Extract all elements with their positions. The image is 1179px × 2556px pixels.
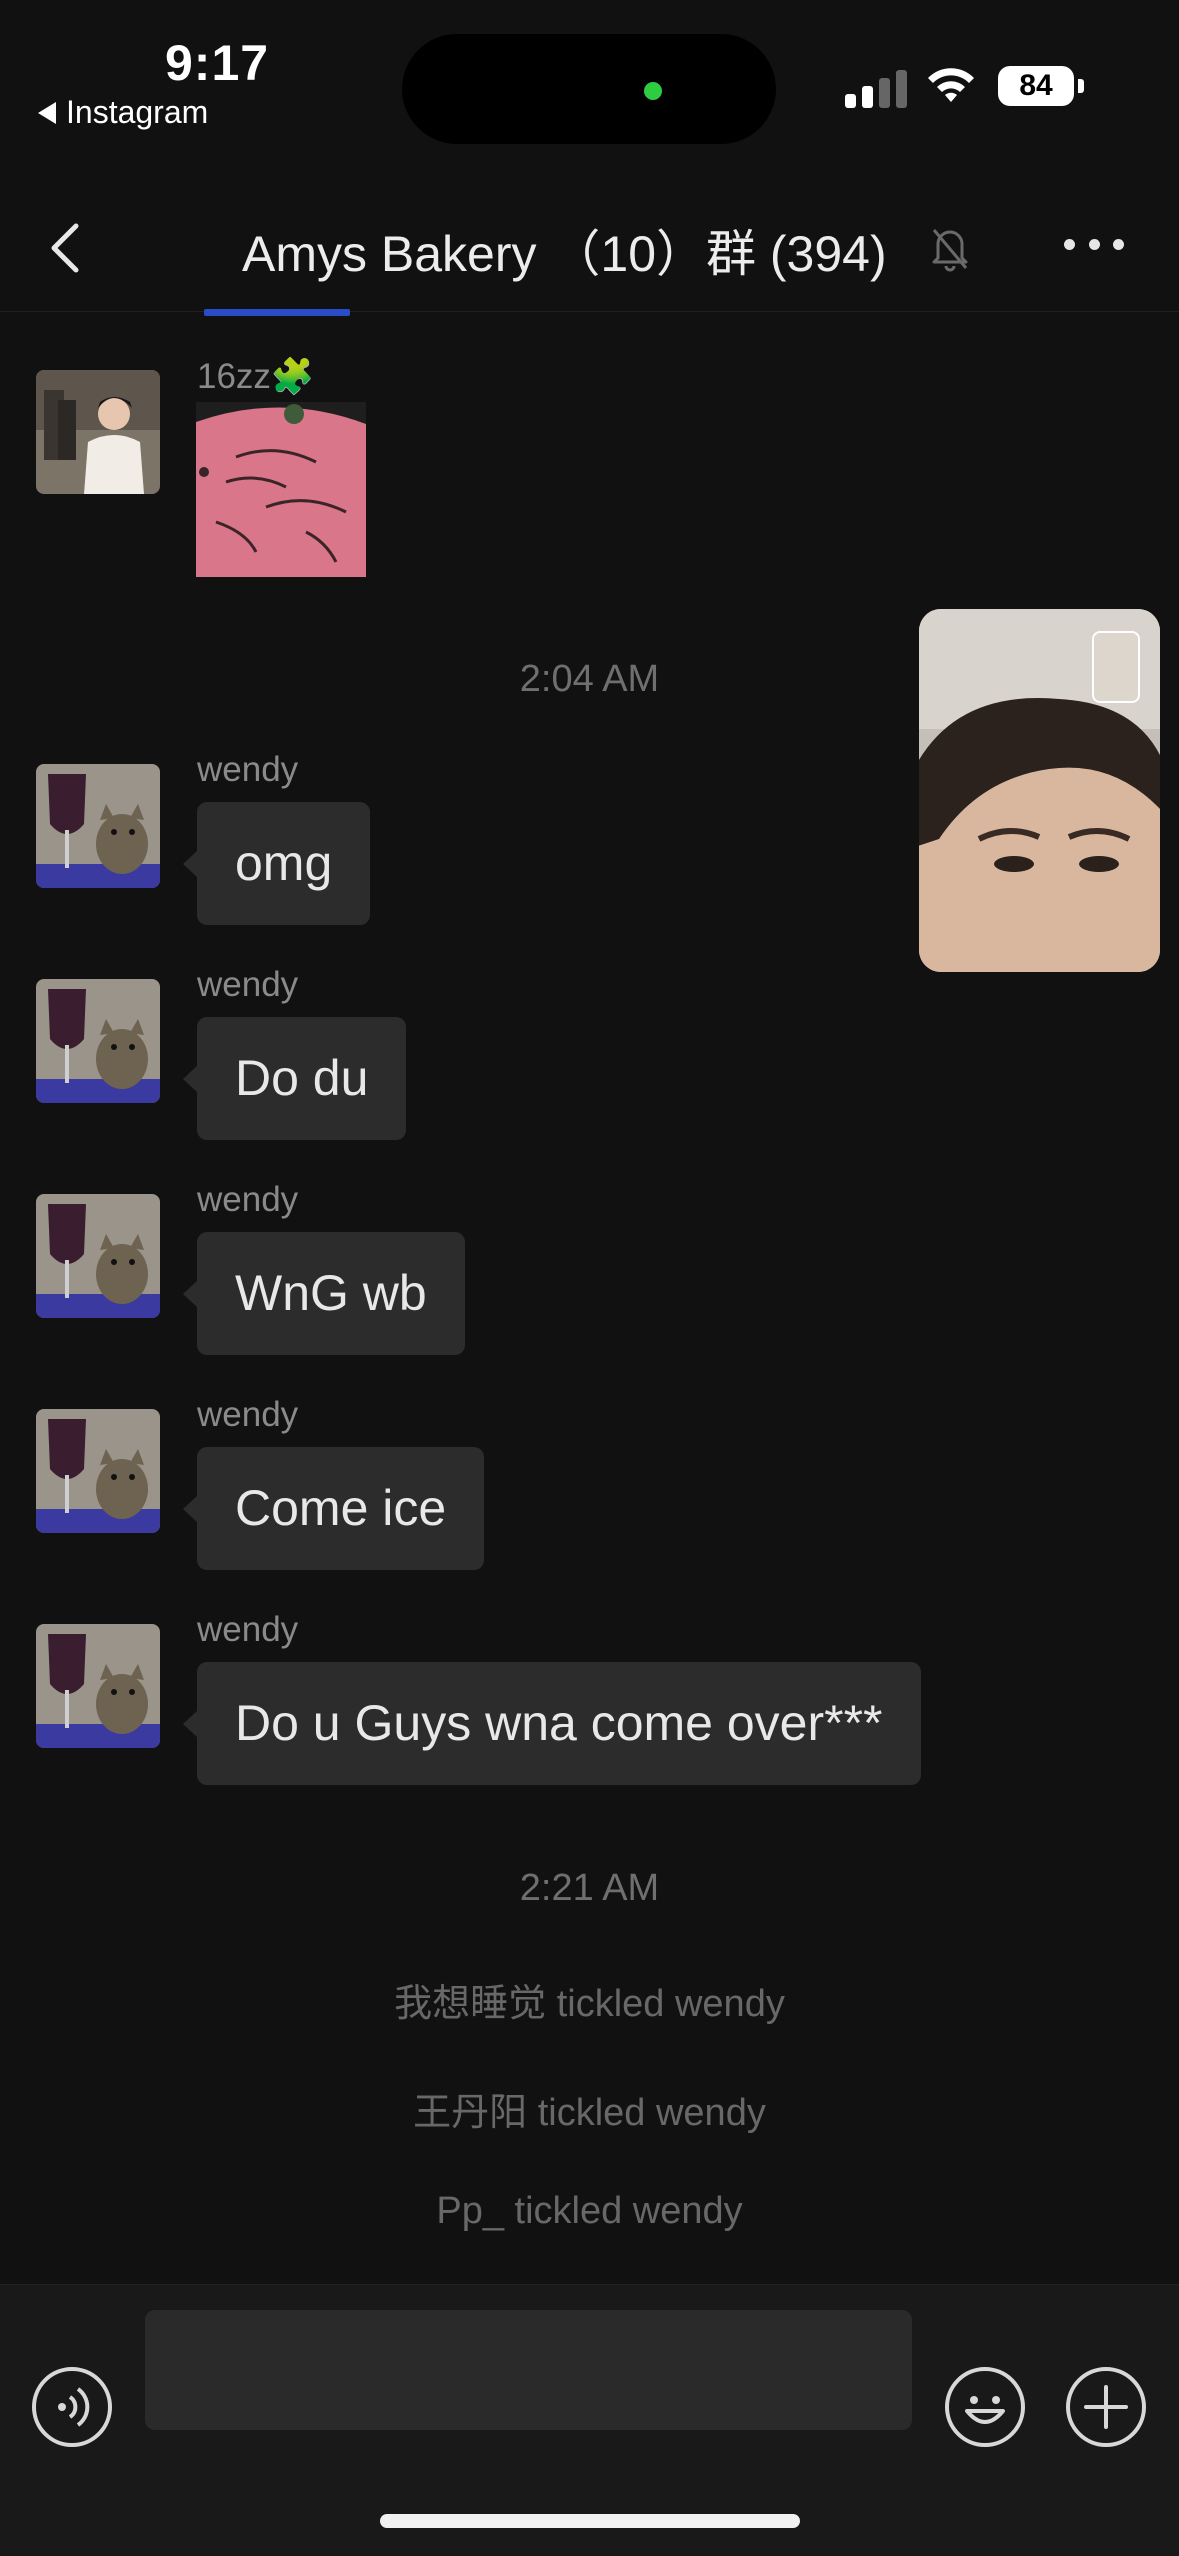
message-bubble[interactable]: Do u Guys wna come over*** xyxy=(183,1662,921,1785)
sender-name: wendy xyxy=(197,1395,299,1434)
sender-name: wendy xyxy=(197,1180,299,1219)
avatar-wendy[interactable] xyxy=(36,764,160,888)
more-dots-icon[interactable] xyxy=(1064,234,1124,254)
message-bubble[interactable]: WnG wb xyxy=(183,1232,465,1355)
sender-name: wendy xyxy=(197,965,299,1004)
camera-switch-icon[interactable] xyxy=(1092,631,1140,703)
battery-indicator: 84 xyxy=(998,66,1084,106)
tickle-notice: 我想睡觉 tickled wendy xyxy=(394,1983,785,2025)
dynamic-island xyxy=(402,34,776,144)
status-bar: 9:17 Instagram 84 xyxy=(0,0,1179,180)
message-bubble[interactable]: Do du xyxy=(182,1017,407,1140)
avatar-wendy[interactable] xyxy=(36,979,160,1103)
plus-icon[interactable] xyxy=(1066,2367,1146,2447)
voice-icon[interactable] xyxy=(32,2367,112,2447)
home-indicator[interactable] xyxy=(380,2514,800,2528)
back-triangle-icon xyxy=(38,101,56,124)
sender-name: wendy xyxy=(197,1610,299,1649)
chat-title: Amys Bakery （10）群 (394) xyxy=(242,226,887,282)
tickle-notice: Pp_ tickled wendy xyxy=(436,2190,743,2232)
pink-sticker-image[interactable] xyxy=(196,402,366,577)
message-input[interactable] xyxy=(145,2310,912,2430)
status-time: 9:17 xyxy=(165,35,270,91)
sender-name: wendy xyxy=(197,750,299,789)
battery-nub xyxy=(1078,79,1084,93)
back-app-label: Instagram xyxy=(66,94,209,130)
cellular-signal-icon xyxy=(845,68,907,108)
tickle-notice: 王丹阳 tickled wendy xyxy=(413,2092,766,2134)
avatar-wendy[interactable] xyxy=(36,1624,160,1748)
bell-slash-icon xyxy=(932,229,968,272)
smiley-icon[interactable] xyxy=(945,2367,1025,2447)
avatar-16zz[interactable] xyxy=(36,370,160,494)
message-bubble[interactable]: omg xyxy=(182,802,371,925)
video-call-pip[interactable] xyxy=(919,609,1160,972)
avatar-wendy[interactable] xyxy=(36,1409,160,1533)
previous-image-edge xyxy=(204,309,350,316)
chat-header: Amys Bakery （10）群 (394) xyxy=(0,180,1179,312)
camera-indicator-dot xyxy=(644,82,662,100)
sender-name: 16zz🧩 xyxy=(197,357,315,396)
message-bubble[interactable]: Come ice xyxy=(182,1447,485,1570)
battery-level: 84 xyxy=(998,66,1074,106)
wifi-icon xyxy=(928,68,974,102)
avatar-wendy[interactable] xyxy=(36,1194,160,1318)
chevron-left-icon[interactable] xyxy=(44,220,94,276)
back-to-app-link[interactable]: Instagram xyxy=(38,94,208,131)
wechat-chat-screen: 9:17 Instagram 84 Amys Bakery （10）群 (394… xyxy=(0,0,1179,2556)
timestamp: 2:21 AM xyxy=(519,1867,660,1909)
